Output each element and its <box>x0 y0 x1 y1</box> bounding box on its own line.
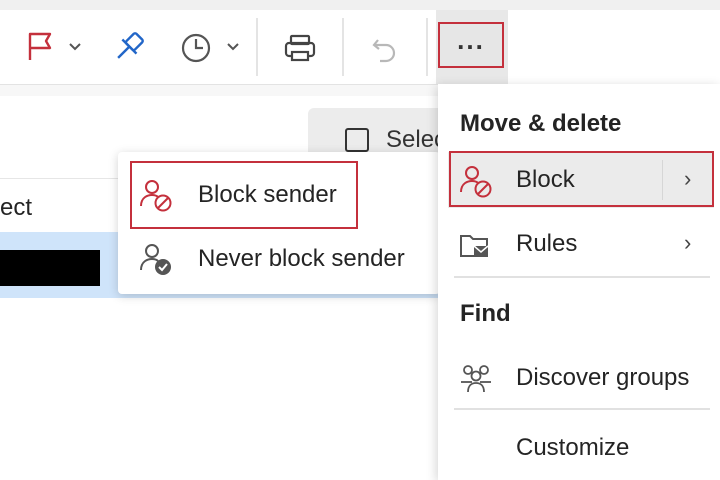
undo-button[interactable] <box>366 20 406 76</box>
print-button[interactable] <box>280 20 320 76</box>
people-group-icon <box>461 365 491 393</box>
toolbar-divider <box>426 18 428 76</box>
menu-item-discover-groups-label: Discover groups <box>516 364 690 391</box>
clock-icon <box>181 33 239 63</box>
toolbar <box>0 0 720 85</box>
pin-button[interactable] <box>108 20 148 76</box>
menu-divider <box>454 408 710 410</box>
chevron-right-icon[interactable]: › <box>684 230 691 256</box>
menu-item-rules-label: Rules <box>516 230 578 257</box>
never-block-sender-item[interactable]: Never block sender <box>118 228 440 290</box>
toolbar-divider <box>342 18 344 76</box>
column-header-subject[interactable]: ect <box>0 194 32 222</box>
flag-button[interactable] <box>22 20 86 76</box>
section-heading-find: Find <box>460 300 511 327</box>
block-sender-highlight <box>130 161 358 229</box>
menu-divider <box>454 276 710 278</box>
more-options-icon: ... <box>457 25 485 55</box>
section-heading-move-delete: Move & delete <box>460 110 622 137</box>
flag-icon <box>28 32 81 60</box>
checkbox-icon <box>345 128 369 152</box>
person-check-icon <box>140 244 171 275</box>
toolbar-divider <box>256 18 258 76</box>
redacted-text <box>0 250 100 286</box>
menu-item-discover-groups[interactable]: Discover groups <box>448 350 714 406</box>
toolbar-top-strip <box>0 0 720 10</box>
chevron-down-icon <box>227 43 239 51</box>
block-item-highlight <box>449 151 714 207</box>
never-block-sender-label: Never block sender <box>198 245 405 272</box>
printer-icon <box>284 34 316 62</box>
pin-icon <box>117 32 144 59</box>
snooze-button[interactable] <box>178 20 244 76</box>
menu-item-customize[interactable]: Customize <box>448 420 714 476</box>
undo-icon <box>372 39 396 63</box>
menu-item-rules[interactable]: Rules › <box>448 216 714 272</box>
more-options-button[interactable]: ... <box>438 22 504 68</box>
menu-item-customize-label: Customize <box>516 434 630 461</box>
chevron-down-icon <box>69 43 81 51</box>
more-options-menu: Move & delete Block › Rules › Find Disco… <box>438 84 720 480</box>
folder-mail-icon <box>460 235 489 257</box>
